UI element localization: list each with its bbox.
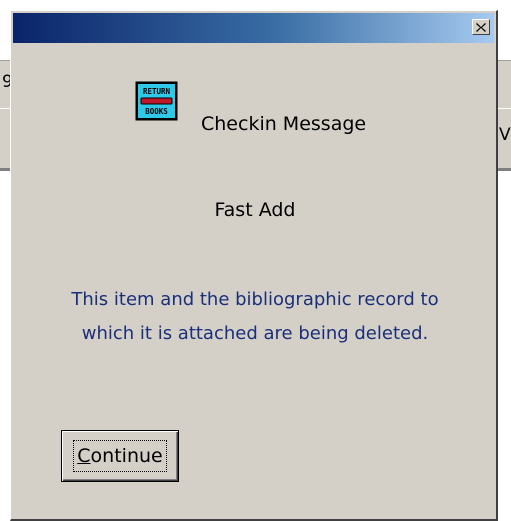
close-button[interactable] — [472, 19, 490, 35]
checkin-message-dialog: RETURN BOOKS Checkin Message Fast Add Th… — [10, 10, 498, 521]
continue-button-label: ontinue — [90, 445, 163, 467]
message-line-2: which it is attached are being deleted. — [81, 323, 429, 344]
continue-button-accesskey: C — [77, 445, 91, 467]
return-books-icon: RETURN BOOKS — [135, 81, 178, 121]
message-line-1: This item and the bibliographic record t… — [71, 289, 439, 310]
continue-button-focus-ring: Continue — [73, 440, 167, 472]
return-books-icon-line1: RETURN — [143, 87, 171, 96]
continue-button[interactable]: Continue — [61, 430, 179, 482]
dialog-message: This item and the bibliographic record t… — [11, 283, 499, 351]
background-edge-text-right: V — [499, 125, 511, 145]
return-books-icon-line2: BOOKS — [145, 107, 168, 116]
background-top-strip — [0, 0, 511, 10]
dialog-heading: Checkin Message — [201, 113, 367, 135]
dialog-titlebar[interactable] — [13, 13, 494, 43]
close-icon — [476, 22, 486, 32]
dialog-subheading: Fast Add — [214, 199, 296, 221]
